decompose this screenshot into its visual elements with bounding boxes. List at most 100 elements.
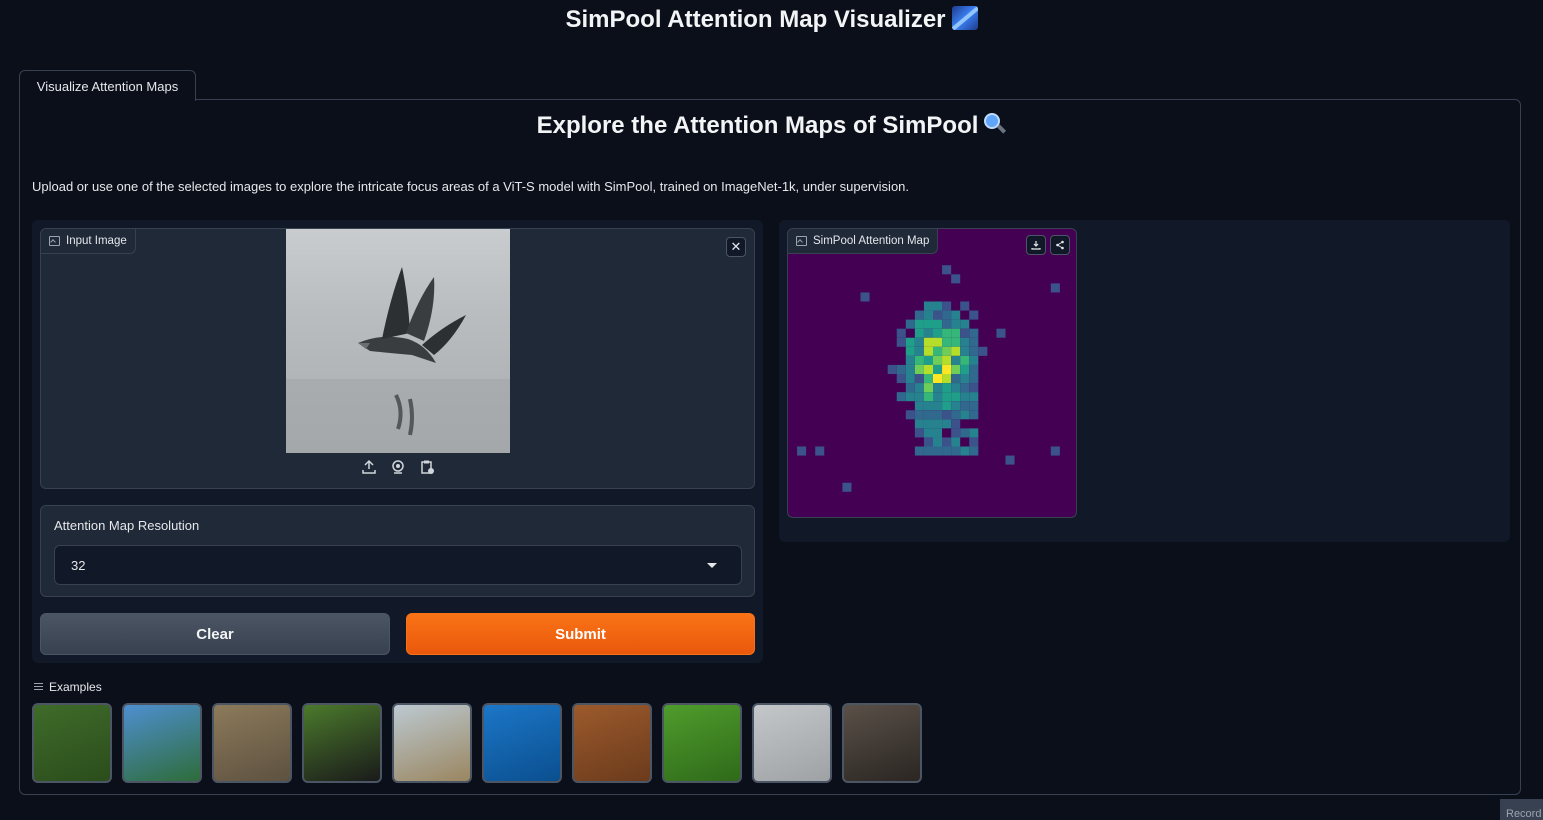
- heatmap-cell: [951, 364, 961, 374]
- heatmap-cell: [933, 301, 943, 311]
- heatmap-cell: [923, 337, 933, 347]
- heatmap-cell: [969, 355, 979, 365]
- heatmap-cell: [905, 355, 915, 365]
- heatmap-cell: [942, 374, 952, 384]
- example-birds-water[interactable]: [752, 703, 832, 783]
- heatmap-cell: [933, 428, 943, 438]
- heatmap-cell: [860, 292, 870, 302]
- example-purple-creature[interactable]: [572, 703, 652, 783]
- heatmap-cell: [951, 437, 961, 447]
- page-heading: Explore the Attention Maps of SimPool: [0, 112, 1543, 140]
- heatmap-cell: [933, 355, 943, 365]
- share-icon[interactable]: [1050, 235, 1070, 255]
- heatmap-cell: [914, 328, 924, 338]
- heatmap-cell: [951, 428, 961, 438]
- heatmap-cell: [942, 419, 952, 429]
- heatmap-cell: [923, 301, 933, 311]
- clipboard-icon[interactable]: [418, 458, 436, 476]
- comet-icon: [951, 6, 978, 30]
- heatmap-cell: [960, 337, 970, 347]
- resolution-dropdown[interactable]: 32: [54, 545, 742, 585]
- heatmap-cell: [942, 383, 952, 393]
- heatmap-cell: [933, 319, 943, 329]
- heatmap-cell: [933, 410, 943, 420]
- input-image-preview: [286, 229, 510, 453]
- description-text: Upload or use one of the selected images…: [32, 179, 910, 194]
- heatmap-cell: [942, 328, 952, 338]
- heatmap-cell: [951, 310, 961, 320]
- example-bird-ground[interactable]: [212, 703, 292, 783]
- example-beagle[interactable]: [842, 703, 922, 783]
- input-image-label: Input Image: [41, 229, 136, 254]
- heatmap-cell: [887, 364, 897, 374]
- clear-button[interactable]: Clear: [40, 613, 390, 655]
- heatmap-cell: [960, 410, 970, 420]
- heatmap-cell: [933, 437, 943, 447]
- example-ostrich-sky[interactable]: [122, 703, 202, 783]
- tab-visualize-attention-maps[interactable]: Visualize Attention Maps: [19, 70, 196, 101]
- heatmap-cell: [951, 346, 961, 356]
- heatmap-cell: [969, 310, 979, 320]
- heatmap-cell: [905, 364, 915, 374]
- heatmap-cell: [942, 319, 952, 329]
- heatmap-cell: [923, 401, 933, 411]
- heatmap-cell: [960, 401, 970, 411]
- heatmap-cell: [960, 319, 970, 329]
- heatmap-cell: [914, 374, 924, 384]
- heatmap-cell: [951, 446, 961, 456]
- heatmap-cell: [942, 364, 952, 374]
- heatmap-cell: [969, 392, 979, 402]
- heatmap-cell: [923, 437, 933, 447]
- example-grass-insect[interactable]: [662, 703, 742, 783]
- heatmap-cell: [960, 301, 970, 311]
- upload-icon[interactable]: [360, 458, 378, 476]
- heatmap-cell: [942, 337, 952, 347]
- webcam-icon[interactable]: [389, 458, 407, 476]
- heatmap-cell: [951, 392, 961, 402]
- heatmap-cell: [905, 319, 915, 329]
- app-title: SimPool Attention Map Visualizer: [0, 6, 1543, 34]
- heatmap-cell: [951, 355, 961, 365]
- heatmap-cell: [933, 364, 943, 374]
- heatmap-cell: [923, 419, 933, 429]
- page-heading-text: Explore the Attention Maps of SimPool: [536, 112, 979, 139]
- list-icon: [34, 683, 43, 691]
- heatmap-cell: [896, 337, 906, 347]
- heatmap-cell: [914, 401, 924, 411]
- heatmap-cell: [914, 428, 924, 438]
- heatmap-cell: [905, 383, 915, 393]
- heatmap-cell: [914, 364, 924, 374]
- heatmap-cell: [951, 319, 961, 329]
- heatmap-cell: [905, 392, 915, 402]
- heatmap-cell: [933, 346, 943, 356]
- resolution-block: Attention Map Resolution 32: [40, 505, 755, 597]
- examples-gallery: [32, 703, 922, 783]
- heatmap-cell: [896, 328, 906, 338]
- download-icon[interactable]: [1026, 235, 1046, 255]
- heatmap-cell: [914, 355, 924, 365]
- heatmap-cell: [914, 446, 924, 456]
- heatmap-cell: [914, 310, 924, 320]
- submit-button[interactable]: Submit: [406, 613, 755, 655]
- heatmap-cell: [905, 346, 915, 356]
- image-icon: [49, 236, 60, 246]
- heatmap-cell: [951, 274, 961, 284]
- heatmap-cell: [923, 428, 933, 438]
- example-shark[interactable]: [482, 703, 562, 783]
- heatmap-cell: [815, 446, 825, 456]
- heatmap-cell: [933, 374, 943, 384]
- heatmap-cell: [960, 446, 970, 456]
- example-savanna[interactable]: [392, 703, 472, 783]
- heatmap-cell: [1050, 446, 1060, 456]
- heatmap-cell: [933, 328, 943, 338]
- close-icon[interactable]: ✕: [726, 237, 746, 257]
- heatmap-cell: [914, 392, 924, 402]
- attention-map-output: SimPool Attention Map: [787, 228, 1077, 518]
- heatmap-cell: [923, 364, 933, 374]
- example-magpie[interactable]: [302, 703, 382, 783]
- output-label-text: SimPool Attention Map: [813, 235, 930, 247]
- output-label: SimPool Attention Map: [788, 229, 939, 254]
- heatmap-cell: [914, 410, 924, 420]
- example-birds-perched[interactable]: [32, 703, 112, 783]
- heatmap-cell: [951, 419, 961, 429]
